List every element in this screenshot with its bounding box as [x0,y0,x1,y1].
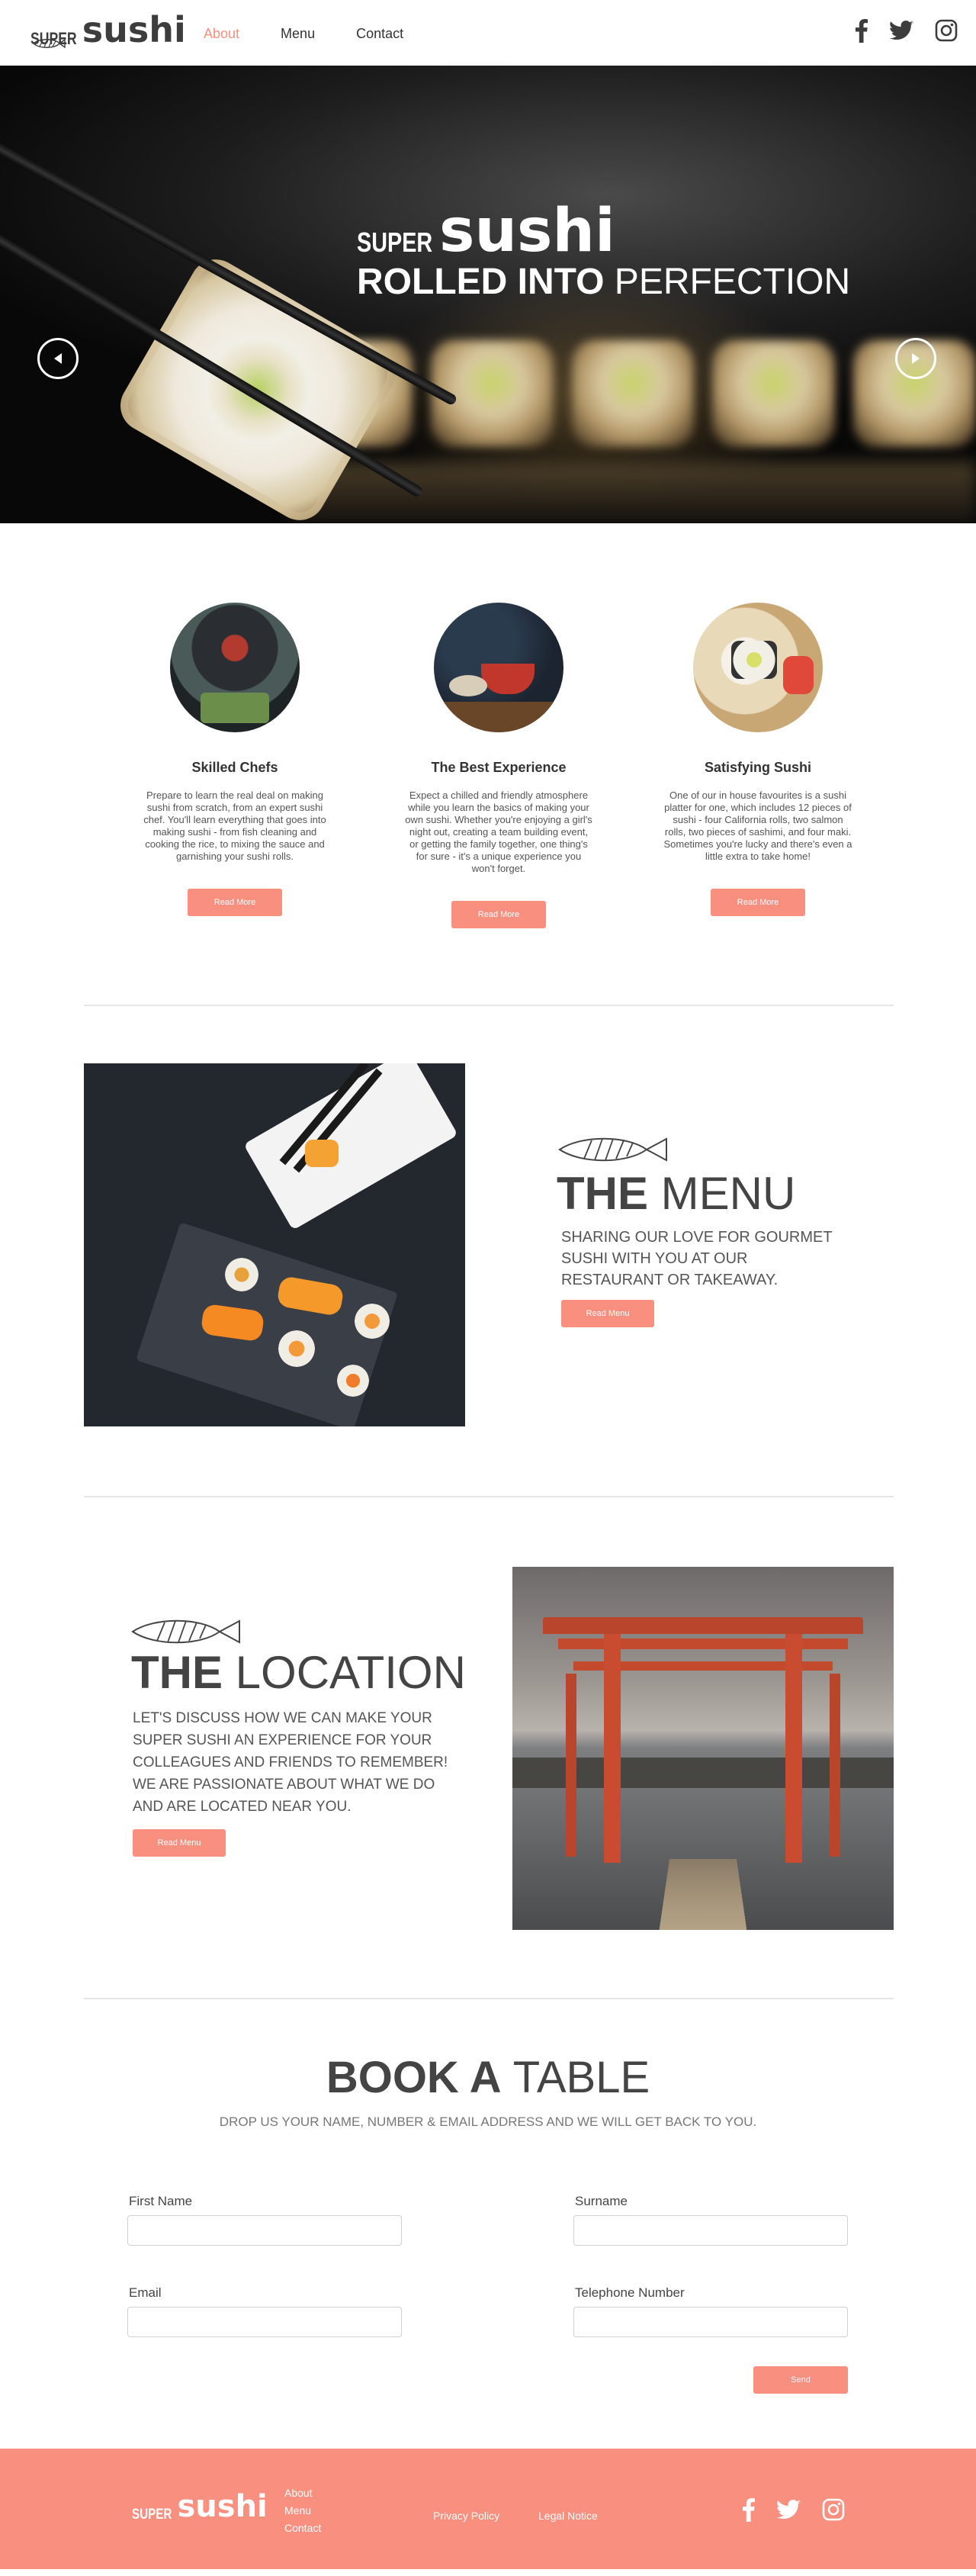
first-name-label: First Name [129,2194,193,2208]
footer: SUPER sushi About Menu Contact Privacy P… [0,2449,976,2569]
send-button[interactable]: Send [753,2366,848,2394]
sushi-platter-photo [693,603,823,732]
surname-field[interactable] [573,2215,848,2246]
feature-text: Prepare to learn the real deal on making… [143,790,326,862]
menu-photo [84,1063,465,1426]
privacy-policy-link[interactable]: Privacy Policy [433,2510,499,2522]
fish-icon [131,1619,240,1644]
twitter-icon[interactable] [889,21,913,40]
footer-nav-contact[interactable]: Contact [284,2520,321,2536]
location-title-bold: THE [131,1647,223,1698]
feature-text: One of our in house favourites is a sush… [663,790,852,862]
menu-section: THE MENU SHARING OUR LOVE FOR GOURMET SU… [0,995,976,1498]
experience-photo [434,603,563,732]
facebook-icon[interactable] [743,2497,755,2522]
booking-title-bold: BOOK A [326,2053,502,2102]
nav-contact[interactable]: Contact [356,26,403,42]
footer-logo-super: SUPER [132,2507,172,2523]
hero-tagline: ROLLED INTO PERFECTION [357,261,850,304]
main-nav: About Menu Contact [204,26,403,42]
booking-section: BOOK A TABLE DROP US YOUR NAME, NUMBER &… [0,2000,976,2449]
footer-nav-menu[interactable]: Menu [284,2503,321,2519]
menu-title-bold: THE [557,1168,648,1219]
logo[interactable]: SUPER sushi [30,9,186,50]
feature-card: Skilled Chefs Prepare to learn the real … [136,603,334,916]
nav-menu[interactable]: Menu [281,26,315,42]
hero-tagline-bold: ROLLED INTO [357,262,605,302]
location-subtitle: LET'S DISCUSS HOW WE CAN MAKE YOUR SUPER… [133,1710,448,1815]
arrow-left-icon [54,353,62,364]
hero-brand-sushi: sushi [439,197,615,265]
footer-social-links [743,2497,845,2522]
booking-subtitle: DROP US YOUR NAME, NUMBER & EMAIL ADDRES… [219,2115,757,2129]
email-field[interactable] [127,2307,402,2337]
footer-nav-about[interactable]: About [284,2485,321,2501]
menu-title: THE MENU [557,1169,795,1219]
read-more-button[interactable]: Read More [711,889,805,916]
header: SUPER sushi About Menu Contact [0,0,976,66]
torii-gate-photo [512,1567,894,1930]
instagram-icon[interactable] [822,2498,845,2521]
fish-logo-icon [32,38,66,49]
feature-title: Skilled Chefs [191,760,278,775]
hero-banner: SUPER sushi ROLLED INTO PERFECTION [0,66,976,523]
footer-logo-sushi: sushi [177,2489,268,2524]
twitter-icon[interactable] [776,2500,801,2520]
hero-prev-button[interactable] [37,338,79,379]
chef-photo [170,603,300,732]
feature-card: The Best Experience Expect a chilled and… [400,603,598,928]
social-links [856,18,958,43]
telephone-field[interactable] [573,2307,848,2337]
hero-next-button[interactable] [895,338,936,379]
menu-title-light: MENU [660,1168,796,1219]
booking-title: BOOK A TABLE [0,2053,976,2102]
feature-title: The Best Experience [431,760,567,775]
section-divider [84,1998,894,1999]
footer-nav: About Menu Contact [284,2485,321,2536]
facebook-icon[interactable] [856,18,868,43]
read-menu-button[interactable]: Read Menu [133,1829,226,1857]
fish-icon [558,1137,667,1162]
surname-label: Surname [575,2194,628,2208]
feature-text: Expect a chilled and friendly atmosphere… [405,790,592,874]
location-title-light: LOCATION [235,1647,466,1698]
email-label: Email [129,2285,162,2300]
hero-background-rolls [290,340,976,462]
hero-brand: SUPER sushi [357,201,850,261]
instagram-icon[interactable] [935,19,958,42]
logo-sushi: sushi [82,9,186,50]
feature-title: Satisfying Sushi [704,760,812,775]
booking-title-light: TABLE [512,2053,650,2102]
hero-tagline-light: PERFECTION [614,262,851,302]
location-section: THE LOCATION LET'S DISCUSS HOW WE CAN MA… [0,1498,976,2000]
menu-subtitle: SHARING OUR LOVE FOR GOURMET SUSHI WITH … [561,1229,833,1288]
arrow-right-icon [912,353,920,364]
read-more-button[interactable]: Read More [451,901,546,928]
feature-card: Satisfying Sushi One of our in house fav… [659,603,857,916]
footer-logo[interactable]: SUPER sushi [132,2491,268,2522]
features-section: Skilled Chefs Prepare to learn the real … [0,523,976,1006]
hero-brand-super: SUPER [357,227,433,258]
hero-title: SUPER sushi ROLLED INTO PERFECTION [357,201,850,304]
section-divider [84,1496,894,1497]
nav-about[interactable]: About [204,26,239,42]
read-menu-button[interactable]: Read Menu [561,1300,654,1327]
telephone-label: Telephone Number [575,2285,685,2300]
first-name-field[interactable] [127,2215,402,2246]
location-title: THE LOCATION [131,1648,466,1698]
legal-notice-link[interactable]: Legal Notice [538,2510,598,2522]
read-more-button[interactable]: Read More [188,889,282,916]
